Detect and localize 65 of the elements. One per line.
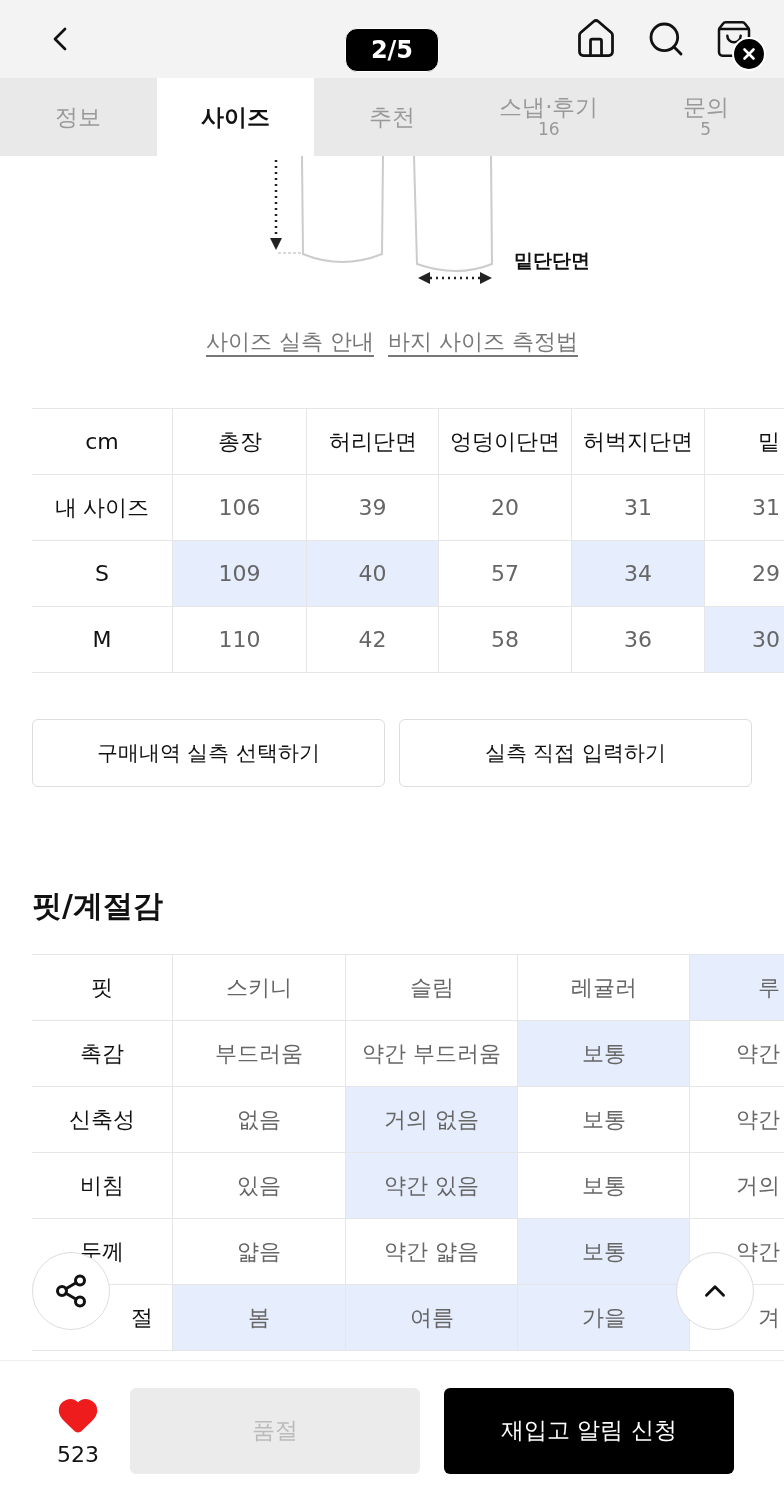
table-cell: 약간 얇음 — [345, 1219, 517, 1285]
size-action-button[interactable]: 구매내역 실측 선택하기 — [32, 719, 385, 787]
restock-alert-button[interactable]: 재입고 알림 신청 — [444, 1387, 734, 1474]
row-label: 내 사이즈 — [54, 493, 150, 522]
guide-link[interactable]: 바지 사이즈 측정법 — [388, 327, 578, 357]
column-header: 총장 — [217, 427, 262, 456]
table-cell: 약간 있음 — [345, 1153, 517, 1219]
row-label: 비침 — [80, 1171, 124, 1200]
close-badge[interactable] — [732, 37, 766, 71]
column-header: 허벅지단면 — [583, 427, 693, 456]
column-header: 허리단면 — [328, 427, 417, 456]
table-cell: 여름 — [345, 1285, 517, 1351]
table-cell: 58 — [438, 607, 571, 673]
table-cell: 30 — [704, 607, 784, 673]
table-cell: 29 — [704, 541, 784, 607]
table-cell: 42 — [306, 607, 438, 673]
row-label: 촉감 — [80, 1039, 124, 1068]
table-cell: 57 — [438, 541, 571, 607]
table-cell: 34 — [571, 541, 704, 607]
table-cell: 약간 — [689, 1021, 784, 1087]
table-cell: 보통 — [517, 1021, 689, 1087]
column-header: 밑 — [758, 427, 780, 456]
row-label: 신축성 — [69, 1105, 135, 1134]
table-cell: 31 — [571, 475, 704, 541]
row-label: 두께 — [80, 1237, 124, 1266]
row-label: S — [95, 561, 109, 586]
table-cell: 약간 — [689, 1087, 784, 1153]
close-icon — [740, 45, 758, 63]
table-cell: 109 — [172, 541, 306, 607]
table-cell: 거의 없음 — [345, 1087, 517, 1153]
table-cell: 110 — [172, 607, 306, 673]
row-label: 핏 — [91, 973, 113, 1002]
table-cell: 31 — [704, 475, 784, 541]
tab[interactable]: 사이즈 — [156, 78, 314, 156]
size-action-button[interactable]: 실측 직접 입력하기 — [399, 719, 752, 787]
page-indicator: 2/5 — [345, 28, 439, 72]
row-label: 절 — [131, 1303, 153, 1332]
table-cell: 36 — [571, 607, 704, 673]
table-cell: 있음 — [172, 1153, 345, 1219]
table-cell: 39 — [306, 475, 438, 541]
guide-link[interactable]: 사이즈 실측 안내 — [206, 327, 374, 357]
table-cell: 가을 — [517, 1285, 689, 1351]
table-cell: 없음 — [172, 1087, 345, 1153]
table-cell: 레귤러 — [517, 955, 689, 1021]
table-cell: 보통 — [517, 1219, 689, 1285]
table-cell: 봄 — [172, 1285, 345, 1351]
row-label: M — [92, 627, 112, 652]
table-cell: 40 — [306, 541, 438, 607]
unit-label: cm — [85, 429, 119, 454]
table-cell: 거의 — [689, 1153, 784, 1219]
table-cell: 루 — [689, 955, 784, 1021]
share-icon — [53, 1273, 89, 1309]
table-cell: 부드러움 — [172, 1021, 345, 1087]
table-cell: 얇음 — [172, 1219, 345, 1285]
measurement-label: 밑단단면 — [514, 248, 590, 273]
column-header: 엉덩이단면 — [450, 427, 560, 456]
table-cell: 20 — [438, 475, 571, 541]
table-cell: 스키니 — [172, 955, 345, 1021]
section-title: 핏/계절감 — [32, 887, 164, 925]
like-count: 523 — [57, 1442, 99, 1467]
table-cell: 보통 — [517, 1087, 689, 1153]
table-cell: 약간 부드러움 — [345, 1021, 517, 1087]
table-cell: 슬림 — [345, 955, 517, 1021]
table-cell: 보통 — [517, 1153, 689, 1219]
table-cell: 106 — [172, 475, 306, 541]
